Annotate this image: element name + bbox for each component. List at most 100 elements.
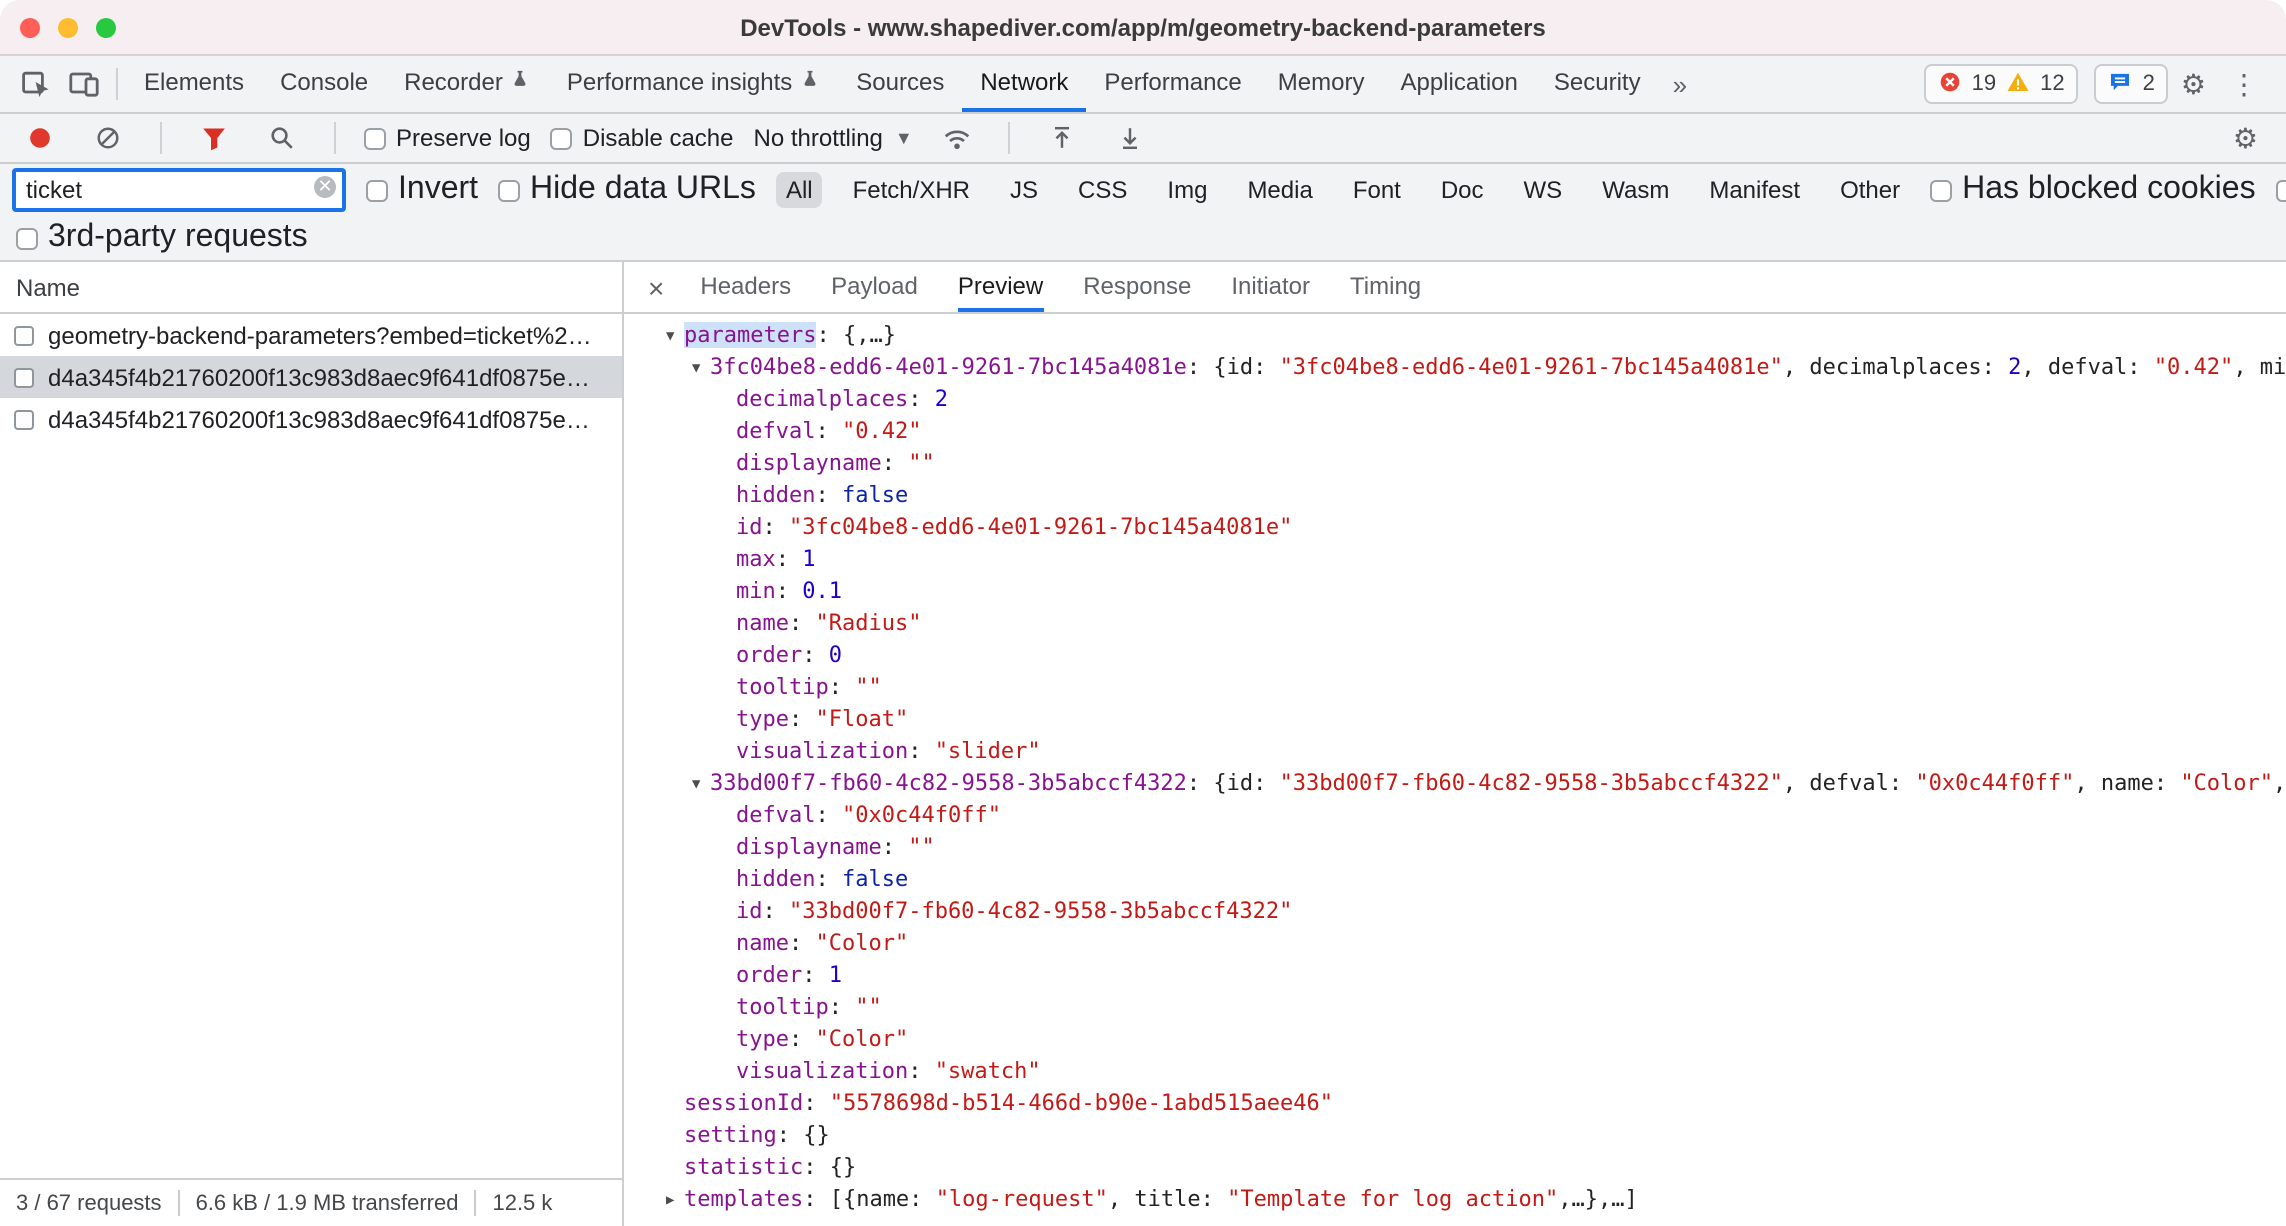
tab-performance-insights[interactable]: Performance insights [549,56,838,112]
filter-chip-other[interactable]: Other [1830,172,1910,208]
clear-icon[interactable] [84,124,132,152]
tree-row[interactable]: ▼33bd00f7-fb60-4c82-9558-3b5abccf4322: {… [624,768,2286,800]
tab-console[interactable]: Console [262,56,386,112]
tree-row[interactable]: ▶templates: [{name: "log-request", title… [624,1184,2286,1216]
tree-row[interactable]: order: 0 [624,640,2286,672]
tree-row[interactable]: order: 1 [624,960,2286,992]
tree-row[interactable]: id: "3fc04be8-edd6-4e01-9261-7bc145a4081… [624,512,2286,544]
tab-security[interactable]: Security [1536,56,1659,112]
tree-row[interactable]: ▼parameters: {,…} [624,320,2286,352]
blocked-requests-checkbox[interactable]: Blocked Requests [2276,172,2286,208]
filter-chip-fetch-xhr[interactable]: Fetch/XHR [843,172,980,208]
table-row[interactable]: geometry-backend-parameters?embed=ticket… [0,314,622,356]
detail-tab-timing[interactable]: Timing [1350,262,1421,312]
inspect-icon[interactable] [12,56,60,112]
expanded-arrow-icon[interactable]: ▼ [692,768,710,800]
tab-application[interactable]: Application [1382,56,1535,112]
kebab-menu-icon[interactable]: ⋮ [2218,67,2270,101]
record-icon[interactable] [16,124,64,152]
checkbox[interactable] [16,227,38,249]
device-toolbar-icon[interactable] [60,56,108,112]
detail-tab-response[interactable]: Response [1083,262,1191,312]
network-settings-gear-icon[interactable]: ⚙ [2221,121,2270,155]
checkbox[interactable] [2276,179,2286,201]
checkbox[interactable] [366,179,388,201]
network-conditions-icon[interactable] [933,123,981,153]
filter-chip-img[interactable]: Img [1157,172,1217,208]
filter-chip-font[interactable]: Font [1343,172,1411,208]
expanded-arrow-icon[interactable]: ▼ [692,352,710,384]
expanded-arrow-icon[interactable]: ▼ [666,320,684,352]
search-icon[interactable] [258,124,306,152]
tree-row[interactable]: id: "33bd00f7-fb60-4c82-9558-3b5abccf432… [624,896,2286,928]
filter-input[interactable] [12,168,346,212]
tree-row[interactable]: defval: "0.42" [624,416,2286,448]
tree-row[interactable]: displayname: "" [624,832,2286,864]
throttling-select[interactable]: No throttling ▼ [754,124,913,152]
tree-row[interactable]: ▼3fc04be8-edd6-4e01-9261-7bc145a4081e: {… [624,352,2286,384]
tree-row[interactable]: min: 0.1 [624,576,2286,608]
tree-row[interactable]: visualization: "slider" [624,736,2286,768]
tree-row[interactable]: displayname: "" [624,448,2286,480]
checkbox[interactable] [1930,179,1952,201]
tab-performance[interactable]: Performance [1086,56,1259,112]
checkbox[interactable] [498,179,520,201]
tab-elements[interactable]: Elements [126,56,262,112]
filter-chip-doc[interactable]: Doc [1431,172,1494,208]
tree-row[interactable]: type: "Color" [624,1024,2286,1056]
third-party-requests-checkbox[interactable]: 3rd-party requests [16,220,308,256]
detail-tab-initiator[interactable]: Initiator [1231,262,1310,312]
filter-chip-all[interactable]: All [776,172,823,208]
export-har-icon[interactable] [1107,124,1155,152]
table-row[interactable]: d4a345f4b21760200f13c983d8aec9f641df0875… [0,356,622,398]
tab-recorder[interactable]: Recorder [386,56,549,112]
clear-input-icon[interactable]: ✕ [314,176,336,198]
filter-chip-css[interactable]: CSS [1068,172,1137,208]
window-minimize-button[interactable] [58,18,78,38]
filter-chip-wasm[interactable]: Wasm [1592,172,1679,208]
collapsed-arrow-icon[interactable]: ▶ [666,1184,684,1216]
tree-row[interactable]: visualization: "swatch" [624,1056,2286,1088]
tab-network[interactable]: Network [962,56,1086,112]
filter-chip-ws[interactable]: WS [1514,172,1573,208]
tree-row[interactable]: defval: "0x0c44f0ff" [624,800,2286,832]
preserve-log-checkbox[interactable]: Preserve log [364,124,531,152]
filter-chip-js[interactable]: JS [1000,172,1048,208]
console-errors-warnings-badge[interactable]: 19 12 [1924,64,2079,104]
tab-memory[interactable]: Memory [1260,56,1383,112]
more-tabs-chevron[interactable]: » [1659,56,1701,112]
tree-row[interactable]: max: 1 [624,544,2286,576]
tree-row[interactable]: name: "Color" [624,928,2286,960]
tree-row[interactable]: sessionId: "5578698d-b514-466d-b90e-1abd… [624,1088,2286,1120]
tree-row[interactable]: statistic: {} [624,1152,2286,1184]
settings-gear-icon[interactable]: ⚙ [2169,67,2218,101]
import-har-icon[interactable] [1039,124,1087,152]
filter-funnel-icon[interactable] [190,124,238,152]
tree-row[interactable]: decimalplaces: 2 [624,384,2286,416]
tree-row[interactable]: type: "Float" [624,704,2286,736]
checkbox[interactable] [364,127,386,149]
tab-sources[interactable]: Sources [838,56,962,112]
filter-chip-manifest[interactable]: Manifest [1699,172,1810,208]
name-column-header[interactable]: Name [0,262,622,314]
window-close-button[interactable] [20,18,40,38]
invert-checkbox[interactable]: Invert [366,172,478,208]
filter-chip-media[interactable]: Media [1237,172,1322,208]
tree-row[interactable]: tooltip: "" [624,992,2286,1024]
disable-cache-checkbox[interactable]: Disable cache [551,124,734,152]
tree-row[interactable]: name: "Radius" [624,608,2286,640]
detail-tab-headers[interactable]: Headers [700,262,791,312]
has-blocked-cookies-checkbox[interactable]: Has blocked cookies [1930,172,2256,208]
issues-badge[interactable]: 2 [2095,64,2169,104]
close-icon[interactable]: × [648,262,664,312]
hide-data-urls-checkbox[interactable]: Hide data URLs [498,172,756,208]
checkbox[interactable] [551,127,573,149]
tree-row[interactable]: tooltip: "" [624,672,2286,704]
table-row[interactable]: d4a345f4b21760200f13c983d8aec9f641df0875… [0,398,622,440]
window-zoom-button[interactable] [96,18,116,38]
tree-row[interactable]: hidden: false [624,480,2286,512]
detail-tab-preview[interactable]: Preview [958,262,1043,312]
detail-tab-payload[interactable]: Payload [831,262,918,312]
tree-row[interactable]: setting: {} [624,1120,2286,1152]
tree-row[interactable]: hidden: false [624,864,2286,896]
